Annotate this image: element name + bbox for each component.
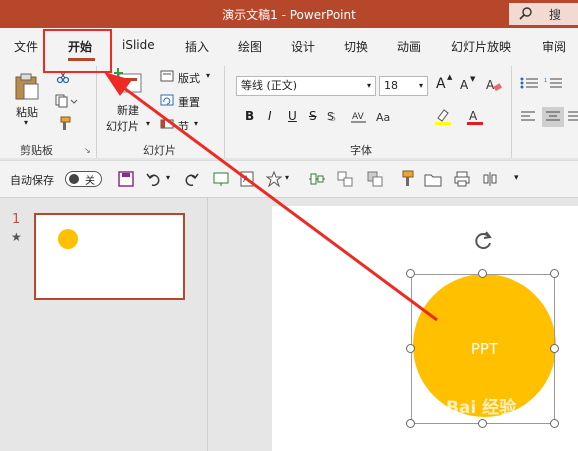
annotation-arrow bbox=[104, 72, 438, 322]
watermark-logo: Bai 经验 bbox=[446, 398, 517, 418]
